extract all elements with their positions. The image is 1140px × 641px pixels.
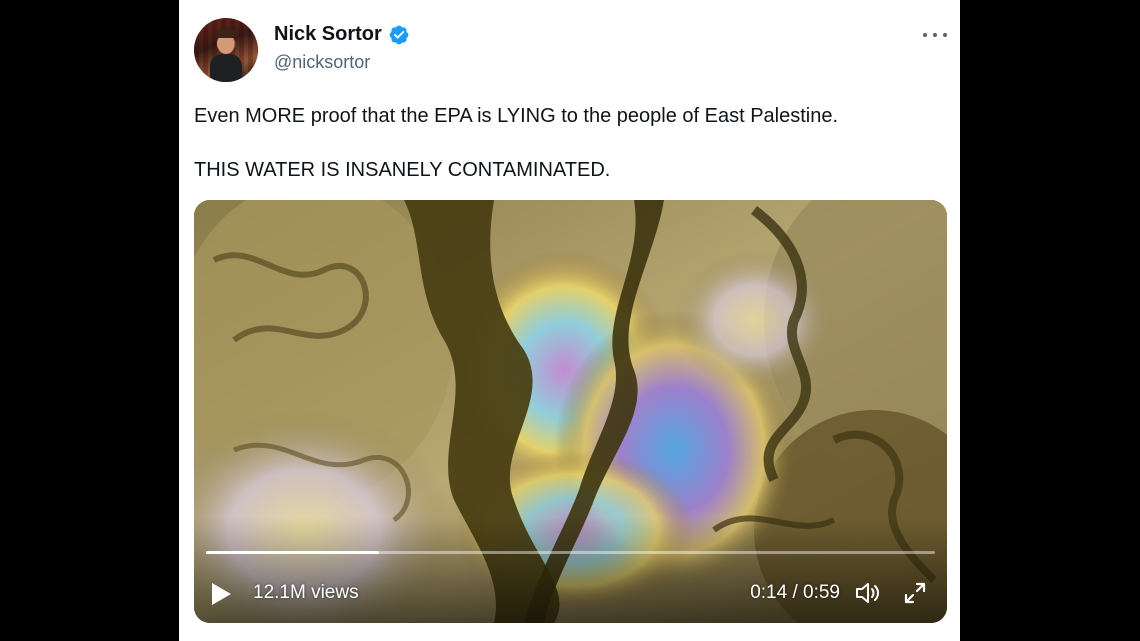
volume-icon[interactable] [855, 581, 881, 605]
more-dot [923, 33, 927, 37]
verified-badge-icon [389, 25, 409, 45]
tweet-text-line-2: THIS WATER IS INSANELY CONTAMINATED. [194, 159, 611, 181]
video-player[interactable]: 12.1M views 0:14 / 0:59 [194, 200, 947, 623]
video-progress-bar[interactable] [206, 551, 935, 554]
tweet-card[interactable]: Nick Sortor @nicksortor Even MORE proof … [179, 0, 960, 641]
view-count: 12.1M views [253, 582, 359, 603]
avatar-body [210, 54, 242, 82]
more-dot [943, 33, 947, 37]
video-time: 0:14 / 0:59 [750, 582, 840, 603]
avatar-hair [216, 28, 236, 38]
more-dot [933, 33, 937, 37]
fullscreen-icon[interactable] [903, 581, 927, 605]
video-frame-oil-sheen [194, 200, 947, 623]
video-progress-fill [206, 551, 379, 554]
video-controls: 12.1M views 0:14 / 0:59 [194, 570, 947, 618]
black-letterbox-frame: Nick Sortor @nicksortor Even MORE proof … [0, 0, 1140, 641]
avatar[interactable] [194, 18, 258, 82]
user-handle[interactable]: @nicksortor [274, 52, 370, 73]
play-icon[interactable] [210, 582, 232, 606]
tweet-text-line-1: Even MORE proof that the EPA is LYING to… [194, 105, 839, 127]
display-name[interactable]: Nick Sortor [274, 23, 382, 46]
more-options-icon[interactable] [923, 28, 947, 42]
